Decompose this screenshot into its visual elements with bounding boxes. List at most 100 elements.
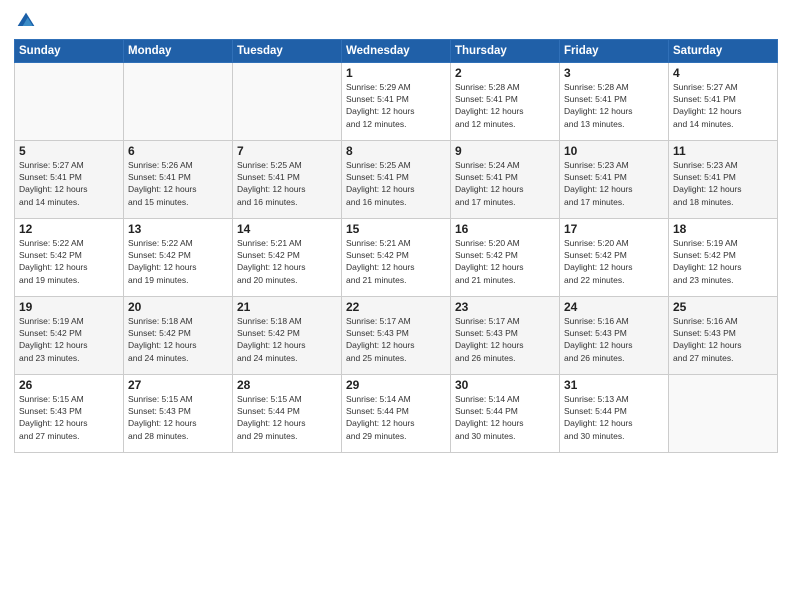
day-info: Sunrise: 5:23 AM Sunset: 5:41 PM Dayligh… (673, 159, 773, 208)
calendar-cell: 3Sunrise: 5:28 AM Sunset: 5:41 PM Daylig… (560, 62, 669, 140)
day-info: Sunrise: 5:28 AM Sunset: 5:41 PM Dayligh… (564, 81, 664, 130)
day-info: Sunrise: 5:26 AM Sunset: 5:41 PM Dayligh… (128, 159, 228, 208)
calendar-cell: 1Sunrise: 5:29 AM Sunset: 5:41 PM Daylig… (342, 62, 451, 140)
calendar-cell: 24Sunrise: 5:16 AM Sunset: 5:43 PM Dayli… (560, 296, 669, 374)
calendar-cell: 30Sunrise: 5:14 AM Sunset: 5:44 PM Dayli… (451, 374, 560, 452)
calendar-week-row: 1Sunrise: 5:29 AM Sunset: 5:41 PM Daylig… (15, 62, 778, 140)
day-number: 29 (346, 378, 446, 392)
day-info: Sunrise: 5:24 AM Sunset: 5:41 PM Dayligh… (455, 159, 555, 208)
day-number: 11 (673, 144, 773, 158)
day-info: Sunrise: 5:25 AM Sunset: 5:41 PM Dayligh… (237, 159, 337, 208)
calendar-cell: 11Sunrise: 5:23 AM Sunset: 5:41 PM Dayli… (669, 140, 778, 218)
calendar-cell: 18Sunrise: 5:19 AM Sunset: 5:42 PM Dayli… (669, 218, 778, 296)
calendar-cell: 21Sunrise: 5:18 AM Sunset: 5:42 PM Dayli… (233, 296, 342, 374)
calendar-cell: 31Sunrise: 5:13 AM Sunset: 5:44 PM Dayli… (560, 374, 669, 452)
day-info: Sunrise: 5:18 AM Sunset: 5:42 PM Dayligh… (128, 315, 228, 364)
calendar-cell: 4Sunrise: 5:27 AM Sunset: 5:41 PM Daylig… (669, 62, 778, 140)
day-number: 6 (128, 144, 228, 158)
weekday-header: Tuesday (233, 39, 342, 62)
calendar-cell: 6Sunrise: 5:26 AM Sunset: 5:41 PM Daylig… (124, 140, 233, 218)
header (14, 10, 778, 31)
day-number: 28 (237, 378, 337, 392)
day-number: 1 (346, 66, 446, 80)
day-number: 25 (673, 300, 773, 314)
day-info: Sunrise: 5:20 AM Sunset: 5:42 PM Dayligh… (564, 237, 664, 286)
calendar-cell: 19Sunrise: 5:19 AM Sunset: 5:42 PM Dayli… (15, 296, 124, 374)
weekday-header: Wednesday (342, 39, 451, 62)
weekday-row: SundayMondayTuesdayWednesdayThursdayFrid… (15, 39, 778, 62)
day-info: Sunrise: 5:22 AM Sunset: 5:42 PM Dayligh… (19, 237, 119, 286)
day-info: Sunrise: 5:27 AM Sunset: 5:41 PM Dayligh… (19, 159, 119, 208)
day-info: Sunrise: 5:19 AM Sunset: 5:42 PM Dayligh… (673, 237, 773, 286)
day-number: 5 (19, 144, 119, 158)
day-info: Sunrise: 5:21 AM Sunset: 5:42 PM Dayligh… (237, 237, 337, 286)
day-number: 7 (237, 144, 337, 158)
day-info: Sunrise: 5:15 AM Sunset: 5:44 PM Dayligh… (237, 393, 337, 442)
calendar-cell (15, 62, 124, 140)
day-number: 4 (673, 66, 773, 80)
day-info: Sunrise: 5:15 AM Sunset: 5:43 PM Dayligh… (19, 393, 119, 442)
day-info: Sunrise: 5:13 AM Sunset: 5:44 PM Dayligh… (564, 393, 664, 442)
calendar-cell: 28Sunrise: 5:15 AM Sunset: 5:44 PM Dayli… (233, 374, 342, 452)
page: SundayMondayTuesdayWednesdayThursdayFrid… (0, 0, 792, 612)
day-info: Sunrise: 5:25 AM Sunset: 5:41 PM Dayligh… (346, 159, 446, 208)
logo (14, 10, 38, 31)
day-number: 14 (237, 222, 337, 236)
calendar-cell: 25Sunrise: 5:16 AM Sunset: 5:43 PM Dayli… (669, 296, 778, 374)
day-number: 24 (564, 300, 664, 314)
calendar-cell: 29Sunrise: 5:14 AM Sunset: 5:44 PM Dayli… (342, 374, 451, 452)
calendar-cell: 17Sunrise: 5:20 AM Sunset: 5:42 PM Dayli… (560, 218, 669, 296)
day-number: 17 (564, 222, 664, 236)
day-number: 30 (455, 378, 555, 392)
day-number: 26 (19, 378, 119, 392)
day-number: 16 (455, 222, 555, 236)
day-info: Sunrise: 5:20 AM Sunset: 5:42 PM Dayligh… (455, 237, 555, 286)
calendar-week-row: 26Sunrise: 5:15 AM Sunset: 5:43 PM Dayli… (15, 374, 778, 452)
day-info: Sunrise: 5:14 AM Sunset: 5:44 PM Dayligh… (346, 393, 446, 442)
weekday-header: Sunday (15, 39, 124, 62)
day-number: 22 (346, 300, 446, 314)
day-number: 18 (673, 222, 773, 236)
day-number: 8 (346, 144, 446, 158)
calendar-cell: 5Sunrise: 5:27 AM Sunset: 5:41 PM Daylig… (15, 140, 124, 218)
calendar-cell: 10Sunrise: 5:23 AM Sunset: 5:41 PM Dayli… (560, 140, 669, 218)
calendar-cell (669, 374, 778, 452)
weekday-header: Monday (124, 39, 233, 62)
day-number: 27 (128, 378, 228, 392)
day-number: 20 (128, 300, 228, 314)
logo-icon (16, 11, 36, 31)
day-number: 21 (237, 300, 337, 314)
day-number: 15 (346, 222, 446, 236)
day-number: 3 (564, 66, 664, 80)
day-number: 31 (564, 378, 664, 392)
calendar-cell: 12Sunrise: 5:22 AM Sunset: 5:42 PM Dayli… (15, 218, 124, 296)
day-number: 23 (455, 300, 555, 314)
calendar-header: SundayMondayTuesdayWednesdayThursdayFrid… (15, 39, 778, 62)
day-number: 10 (564, 144, 664, 158)
day-info: Sunrise: 5:16 AM Sunset: 5:43 PM Dayligh… (673, 315, 773, 364)
calendar-cell: 13Sunrise: 5:22 AM Sunset: 5:42 PM Dayli… (124, 218, 233, 296)
calendar-week-row: 12Sunrise: 5:22 AM Sunset: 5:42 PM Dayli… (15, 218, 778, 296)
weekday-header: Thursday (451, 39, 560, 62)
day-info: Sunrise: 5:22 AM Sunset: 5:42 PM Dayligh… (128, 237, 228, 286)
day-info: Sunrise: 5:19 AM Sunset: 5:42 PM Dayligh… (19, 315, 119, 364)
calendar-body: 1Sunrise: 5:29 AM Sunset: 5:41 PM Daylig… (15, 62, 778, 452)
day-info: Sunrise: 5:17 AM Sunset: 5:43 PM Dayligh… (455, 315, 555, 364)
calendar-cell: 26Sunrise: 5:15 AM Sunset: 5:43 PM Dayli… (15, 374, 124, 452)
calendar-cell: 14Sunrise: 5:21 AM Sunset: 5:42 PM Dayli… (233, 218, 342, 296)
calendar-cell (233, 62, 342, 140)
day-info: Sunrise: 5:28 AM Sunset: 5:41 PM Dayligh… (455, 81, 555, 130)
day-number: 9 (455, 144, 555, 158)
day-info: Sunrise: 5:17 AM Sunset: 5:43 PM Dayligh… (346, 315, 446, 364)
calendar-cell: 16Sunrise: 5:20 AM Sunset: 5:42 PM Dayli… (451, 218, 560, 296)
day-number: 19 (19, 300, 119, 314)
day-info: Sunrise: 5:27 AM Sunset: 5:41 PM Dayligh… (673, 81, 773, 130)
calendar-table: SundayMondayTuesdayWednesdayThursdayFrid… (14, 39, 778, 453)
calendar-cell: 2Sunrise: 5:28 AM Sunset: 5:41 PM Daylig… (451, 62, 560, 140)
calendar-cell: 20Sunrise: 5:18 AM Sunset: 5:42 PM Dayli… (124, 296, 233, 374)
day-info: Sunrise: 5:29 AM Sunset: 5:41 PM Dayligh… (346, 81, 446, 130)
day-info: Sunrise: 5:16 AM Sunset: 5:43 PM Dayligh… (564, 315, 664, 364)
calendar-cell: 8Sunrise: 5:25 AM Sunset: 5:41 PM Daylig… (342, 140, 451, 218)
calendar-cell: 7Sunrise: 5:25 AM Sunset: 5:41 PM Daylig… (233, 140, 342, 218)
weekday-header: Saturday (669, 39, 778, 62)
